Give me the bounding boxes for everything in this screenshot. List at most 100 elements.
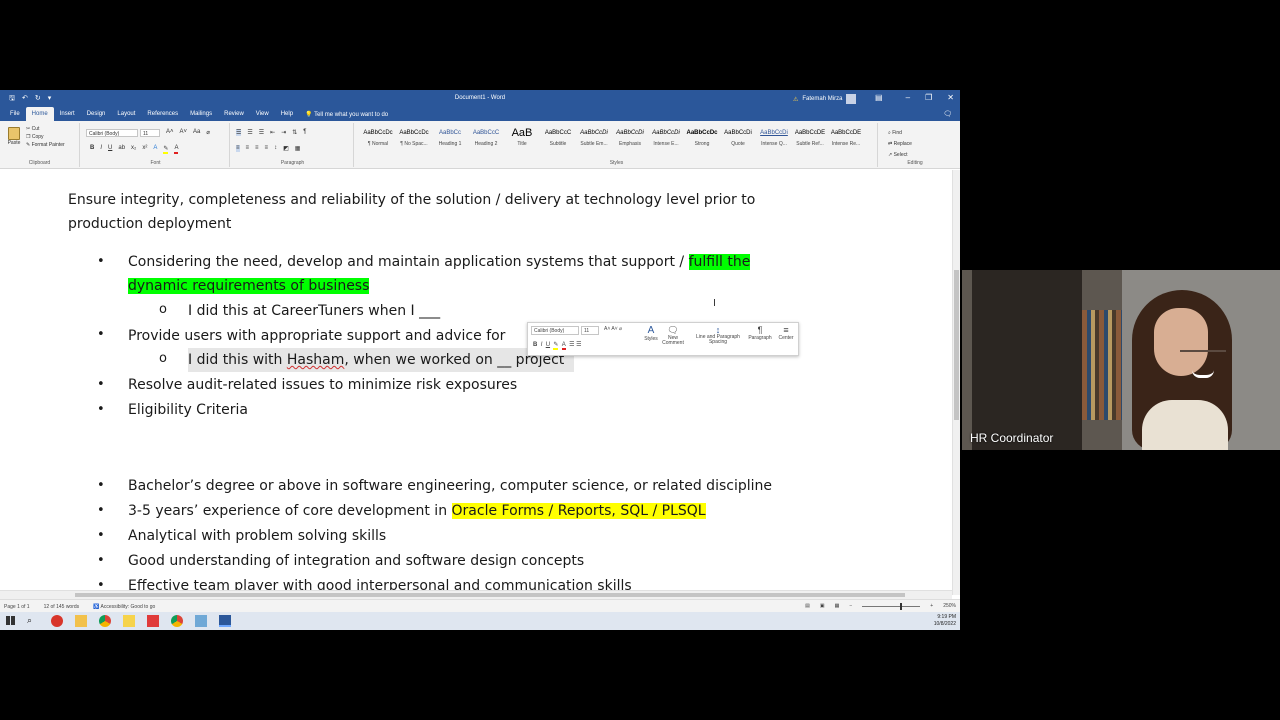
tab-home[interactable]: Home: [25, 107, 54, 121]
system-clock[interactable]: 9:19 PM 10/8/2022: [934, 614, 956, 628]
windows-start-icon[interactable]: [6, 616, 15, 625]
font-color-icon[interactable]: A: [174, 145, 179, 154]
subscript-icon[interactable]: x₂: [131, 145, 136, 154]
web-layout-icon[interactable]: ▦: [835, 603, 840, 609]
horizontal-scrollbar[interactable]: [0, 590, 952, 599]
chrome-icon[interactable]: [99, 615, 111, 627]
multilevel-icon[interactable]: ☰: [259, 129, 264, 136]
tab-review[interactable]: Review: [218, 107, 250, 121]
justify-icon[interactable]: ≡: [265, 145, 269, 152]
grow-font-icon[interactable]: A˄ A˅ ⌀: [604, 326, 622, 332]
increase-indent-icon[interactable]: ⇥: [281, 129, 286, 136]
style-item[interactable]: AaBbCc Heading 1: [432, 125, 468, 155]
zoom-in-icon[interactable]: +: [930, 603, 933, 609]
font-size-select[interactable]: 11: [140, 129, 160, 137]
tab-mailings[interactable]: Mailings: [184, 107, 218, 121]
read-mode-icon[interactable]: ▤: [805, 603, 810, 609]
paragraph-button[interactable]: ¶ Paragraph: [746, 325, 774, 341]
grow-font-icon[interactable]: A˄: [166, 129, 174, 136]
pilcrow-icon[interactable]: ¶: [303, 129, 306, 136]
app-icon-blue[interactable]: [195, 615, 207, 627]
numbering-icon[interactable]: ☰: [247, 129, 252, 136]
word-icon[interactable]: [219, 615, 231, 627]
zoom-slider-knob[interactable]: [900, 602, 903, 610]
scroll-thumb[interactable]: [954, 270, 959, 420]
format-painter-button[interactable]: ✎ Format Painter: [26, 141, 65, 149]
account[interactable]: ⚠ Fatemah Mirza: [793, 94, 857, 104]
style-item[interactable]: AaBbCcDi Subtle Em...: [576, 125, 612, 155]
superscript-icon[interactable]: x²: [142, 145, 147, 154]
line-spacing-button[interactable]: ↕ Line and Paragraph Spacing: [692, 325, 744, 345]
line-spacing-icon[interactable]: ↕: [274, 145, 277, 152]
zoom-slider[interactable]: [862, 602, 921, 610]
mini-size-select[interactable]: 11: [581, 326, 599, 335]
borders-icon[interactable]: ▦: [295, 145, 301, 152]
tab-insert[interactable]: Insert: [54, 107, 81, 121]
file-explorer-icon[interactable]: [75, 615, 87, 627]
zoom-out-icon[interactable]: −: [849, 603, 852, 609]
tab-help[interactable]: Help: [275, 107, 299, 121]
font-name-select[interactable]: Calibri (Body): [86, 129, 138, 137]
align-right-icon[interactable]: ≡: [255, 145, 259, 152]
sort-icon[interactable]: ⇅: [292, 129, 297, 136]
tab-view[interactable]: View: [250, 107, 275, 121]
style-item[interactable]: AaBbCcC Subtitle: [540, 125, 576, 155]
decrease-indent-icon[interactable]: ⇤: [270, 129, 275, 136]
mini-font-select[interactable]: Calibri (Body): [531, 326, 579, 335]
highlight-icon[interactable]: ✎: [163, 145, 169, 154]
document-body[interactable]: Ensure integrity, completeness and relia…: [0, 170, 952, 595]
bold-icon[interactable]: B: [90, 145, 94, 154]
participant-video-tile[interactable]: HR Coordinator: [962, 270, 1280, 450]
print-layout-icon[interactable]: ▣: [820, 603, 825, 609]
chrome-icon[interactable]: [171, 615, 183, 627]
italic-icon[interactable]: I: [100, 145, 102, 154]
scroll-thumb[interactable]: [75, 593, 905, 597]
tab-design[interactable]: Design: [81, 107, 112, 121]
style-item[interactable]: AaBbCcDc ¶ Normal: [360, 125, 396, 155]
accessibility-status[interactable]: ♿ Accessibility: Good to go: [93, 604, 155, 610]
close-icon[interactable]: ✕: [947, 93, 954, 102]
clear-format-icon[interactable]: ⌀: [206, 129, 210, 136]
video-app-icon[interactable]: [147, 615, 159, 627]
style-item[interactable]: AaBbCcDc Strong: [684, 125, 720, 155]
shrink-font-icon[interactable]: A˅: [180, 129, 188, 136]
strikethrough-icon[interactable]: ab: [118, 145, 125, 154]
tab-references[interactable]: References: [141, 107, 184, 121]
style-item[interactable]: AaBbCcDi Intense E...: [648, 125, 684, 155]
change-case-icon[interactable]: Aa: [193, 129, 200, 136]
word-count[interactable]: 12 of 145 words: [44, 604, 80, 610]
style-item[interactable]: AaBbCcDi Emphasis: [612, 125, 648, 155]
paste-button[interactable]: Paste: [6, 127, 22, 153]
tab-file[interactable]: File: [4, 107, 26, 121]
mini-format-icons[interactable]: B I U ✎ A ☰ ☰: [533, 341, 582, 350]
minimize-icon[interactable]: –: [906, 93, 910, 102]
tab-layout[interactable]: Layout: [111, 107, 141, 121]
align-center-icon[interactable]: ≡: [246, 145, 250, 152]
vertical-scrollbar[interactable]: [952, 170, 960, 595]
style-item[interactable]: AaBbCcDE Intense Re...: [828, 125, 864, 155]
style-item[interactable]: AaBbCcDi Quote: [720, 125, 756, 155]
search-icon[interactable]: ⌕: [27, 615, 39, 627]
sticky-notes-icon[interactable]: [123, 615, 135, 627]
bullets-icon[interactable]: ☰: [236, 129, 242, 136]
restore-icon[interactable]: ❐: [925, 93, 932, 102]
ribbon-display-options-icon[interactable]: ▤: [875, 93, 883, 102]
new-comment-button[interactable]: 🗨 New Comment: [660, 325, 686, 346]
style-item[interactable]: AaBbCcDi Intense Q...: [756, 125, 792, 155]
copy-button[interactable]: ❐ Copy: [26, 133, 65, 141]
style-item[interactable]: AaBbCcDc ¶ No Spac...: [396, 125, 432, 155]
comments-icon[interactable]: 🗨: [943, 110, 952, 118]
tell-me-search[interactable]: 💡 Tell me what you want to do: [299, 107, 394, 121]
align-left-icon[interactable]: ≡: [236, 145, 240, 152]
avatar[interactable]: [846, 94, 857, 104]
app-icon-red[interactable]: [51, 615, 63, 627]
style-item[interactable]: AaBbCcDE Subtle Ref...: [792, 125, 828, 155]
zoom-level[interactable]: 250%: [943, 603, 956, 609]
style-item[interactable]: AaB Title: [504, 125, 540, 155]
shading-icon[interactable]: ◩: [283, 145, 289, 152]
cut-button[interactable]: ✂ Cut: [26, 125, 65, 133]
underline-icon[interactable]: U: [108, 145, 112, 154]
page-count[interactable]: Page 1 of 1: [4, 604, 30, 610]
center-button[interactable]: ≡ Center: [774, 325, 798, 341]
style-item[interactable]: AaBbCcC Heading 2: [468, 125, 504, 155]
